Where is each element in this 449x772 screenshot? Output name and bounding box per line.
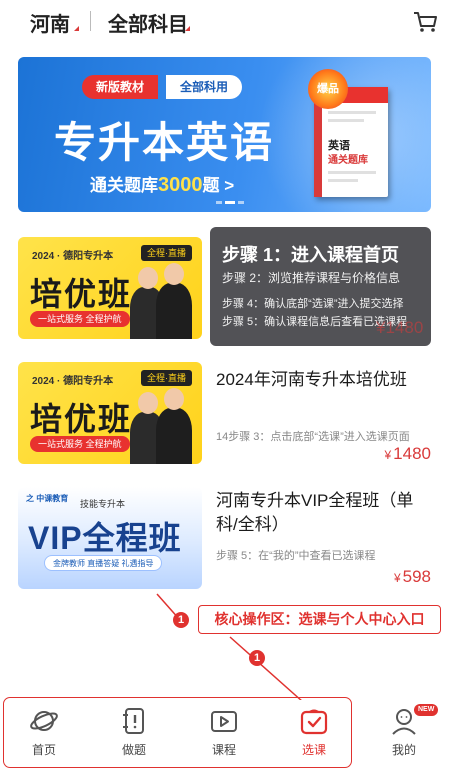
new-badge: NEW bbox=[414, 704, 439, 716]
course-price: ¥598 bbox=[393, 567, 431, 586]
play-icon bbox=[211, 711, 237, 732]
region-dropdown-icon bbox=[74, 26, 79, 31]
banner-tag-new: 新版教材 bbox=[82, 75, 159, 99]
nav-home[interactable]: 首页 bbox=[14, 704, 74, 764]
promo-banner[interactable]: 新版教材 全部科用 专升本英语 通关题库3000题 > 英语 通关题库 爆品 bbox=[18, 57, 431, 212]
hot-badge: 爆品 bbox=[308, 69, 348, 109]
subject-dropdown-icon bbox=[185, 26, 190, 31]
header-divider bbox=[90, 11, 91, 31]
nav-courses[interactable]: 课程 bbox=[194, 704, 254, 764]
notebook-icon bbox=[123, 708, 144, 734]
callout-number-badge: 1 bbox=[173, 612, 189, 628]
callout-number-badge: 1 bbox=[249, 650, 265, 666]
cart-icon[interactable] bbox=[412, 10, 438, 34]
banner-subtitle: 通关题库3000题 > bbox=[90, 174, 235, 196]
course-card[interactable]: 2024 · 德阳专升本 全程·直播 培优班 一站式服务 全程护航 2024年河… bbox=[18, 362, 431, 464]
subject-selector[interactable]: 全部科目 bbox=[108, 8, 188, 37]
course-thumbnail[interactable]: 2024 · 德阳专升本 全程·直播 培优班 一站式服务 全程护航 bbox=[18, 237, 202, 339]
nav-select-course[interactable]: 选课 bbox=[284, 704, 344, 764]
course-description: 14步骤 3：点击底部“选课”进入选课页面 bbox=[216, 431, 410, 443]
region-selector[interactable]: 河南 bbox=[30, 8, 70, 37]
top-bar: 河南 全部科目 bbox=[0, 0, 449, 48]
course-card[interactable]: 之 中课教育 技能专升本 VIP全程班 金牌教师 直播答疑 礼遇指导 河南专升本… bbox=[18, 487, 431, 591]
planet-icon bbox=[30, 711, 58, 731]
course-title[interactable]: 2024年河南专升本培优班 bbox=[216, 368, 431, 392]
banner-tag-all: 全部科用 bbox=[166, 75, 243, 99]
course-price: ¥1480 bbox=[384, 444, 431, 463]
course-thumbnail[interactable]: 2024 · 德阳专升本 全程·直播 培优班 一站式服务 全程护航 bbox=[18, 362, 202, 464]
banner-title: 专升本英语 bbox=[54, 119, 275, 166]
course-thumbnail[interactable]: 之 中课教育 技能专升本 VIP全程班 金牌教师 直播答疑 礼遇指导 bbox=[18, 487, 202, 589]
course-title[interactable]: 河南专升本VIP全程班（单科/全科） bbox=[216, 489, 431, 537]
callout-label: 核心操作区：选课与个人中心入口 bbox=[198, 605, 441, 634]
course-description: 步骤 5：在“我的”中查看已选课程 bbox=[216, 550, 376, 562]
banner-pager bbox=[216, 201, 247, 212]
course-price: ¥1480 bbox=[376, 318, 424, 337]
select-course-icon bbox=[300, 709, 328, 735]
nav-practice[interactable]: 做题 bbox=[104, 704, 164, 764]
